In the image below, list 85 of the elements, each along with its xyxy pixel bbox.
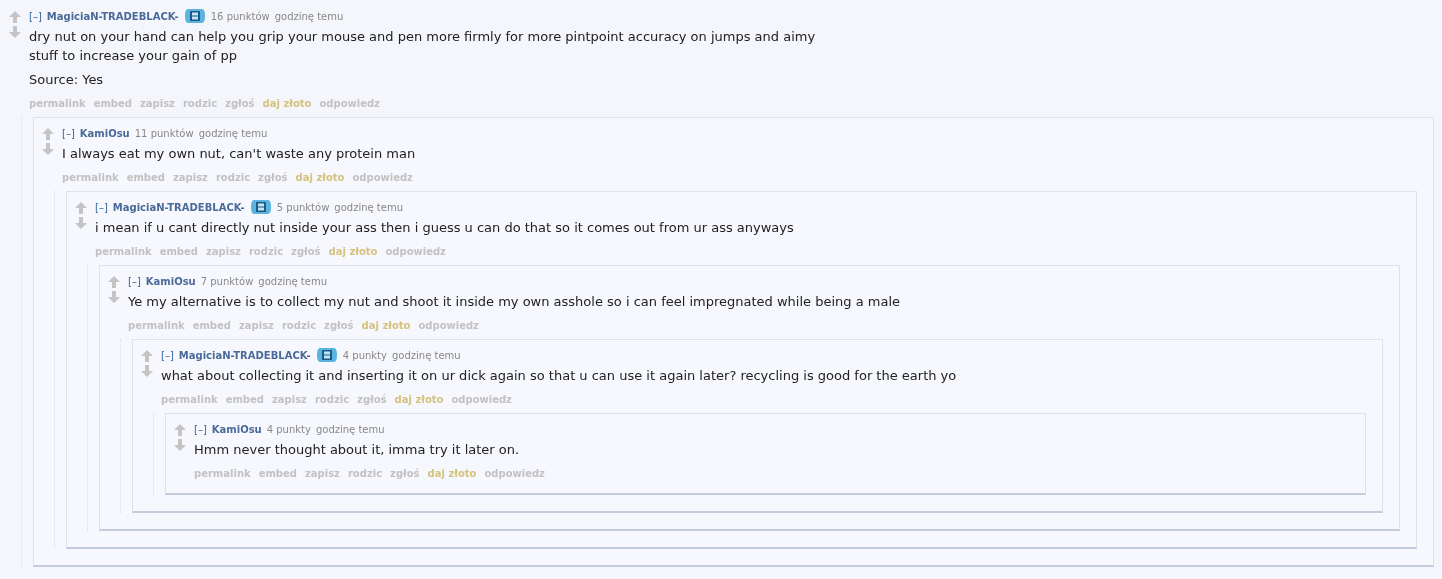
comment-text: Hmm never thought about it, imma try it later on. (194, 441, 521, 459)
action-link[interactable]: embed (258, 468, 297, 479)
collapse-toggle[interactable]: [–] (62, 127, 75, 139)
timestamp: godzinę temu (315, 423, 385, 435)
action-link[interactable]: zgłoś (291, 246, 321, 257)
upvote-icon[interactable] (74, 201, 88, 215)
action-link[interactable]: odpowiedz (352, 172, 413, 183)
collapse-toggle[interactable]: [–] (128, 275, 141, 287)
username-link[interactable]: KamiOsu (79, 127, 130, 139)
username-link[interactable]: MagiciaN-TRADEBLACK- (112, 201, 245, 213)
upvote-icon[interactable] (140, 349, 154, 363)
downvote-icon[interactable] (41, 142, 55, 156)
action-link[interactable]: zgłoś (258, 172, 288, 183)
action-link[interactable]: daj złoto (295, 172, 345, 183)
score-text: 4 punkty (266, 423, 311, 435)
comment-text: Ye my alternative is to collect my nut and shoot it inside my own asshole so i can feel impregnated while being a male (128, 293, 902, 311)
comment-text: I always eat my own nut, can't waste any protein man (62, 145, 417, 163)
action-link[interactable]: rodzic (281, 320, 317, 331)
action-link[interactable]: permalink (29, 98, 86, 109)
downvote-icon[interactable] (173, 438, 187, 452)
action-link[interactable]: odpowiedz (385, 246, 446, 257)
upvote-icon[interactable] (8, 10, 22, 24)
action-link[interactable]: zapisz (272, 394, 307, 405)
action-link[interactable]: zgłoś (324, 320, 354, 331)
action-link[interactable]: embed (192, 320, 231, 331)
downvote-icon[interactable] (107, 290, 121, 304)
action-link[interactable]: zapisz (206, 246, 241, 257)
action-link[interactable]: odpowiedz (484, 468, 545, 479)
collapse-toggle[interactable]: [–] (95, 201, 108, 213)
timestamp: godzinę temu (258, 275, 327, 287)
comment-text: what about collecting it and inserting it on ur dick again so that u can use it again later? recycling is good for the earth yo (161, 367, 958, 385)
action-link[interactable]: permalink (95, 246, 152, 257)
upvote-icon[interactable] (173, 423, 187, 437)
score-text: 11 punktów (134, 127, 194, 139)
timestamp: godzinę temu (274, 10, 344, 22)
collapse-toggle[interactable]: [–] (194, 423, 207, 435)
timestamp: godzinę temu (334, 201, 403, 213)
action-link[interactable]: rodzic (182, 98, 218, 109)
username-link[interactable]: KamiOsu (145, 275, 196, 287)
action-link[interactable]: odpowiedz (451, 394, 512, 405)
action-link[interactable]: rodzic (215, 172, 251, 183)
downvote-icon[interactable] (140, 364, 154, 378)
action-link[interactable]: daj złoto (262, 98, 312, 109)
action-link[interactable]: rodzic (248, 246, 284, 257)
score-text: 5 punktów (276, 201, 330, 213)
action-link[interactable]: zapisz (305, 468, 340, 479)
comment-text: Source: Yes (29, 71, 105, 89)
upvote-icon[interactable] (41, 127, 55, 141)
downvote-icon[interactable] (74, 216, 88, 230)
action-link[interactable]: daj złoto (427, 468, 477, 479)
username-link[interactable]: MagiciaN-TRADEBLACK- (178, 349, 311, 361)
score-text: 16 punktów (210, 10, 270, 22)
comment-text: dry nut on your hand can help you grip your mouse and pen more firmly for more pintpoint accuracy on jumps and aimy stuff to increase your gain of pp (29, 28, 817, 65)
timestamp: godzinę temu (391, 349, 461, 361)
action-link[interactable]: embed (225, 394, 264, 405)
action-link[interactable]: permalink (161, 394, 218, 405)
action-link[interactable]: odpowiedz (319, 98, 380, 109)
collapse-toggle[interactable]: [–] (29, 10, 42, 22)
collapse-toggle[interactable]: [–] (161, 349, 174, 361)
action-link[interactable]: daj złoto (394, 394, 444, 405)
action-link[interactable]: embed (159, 246, 198, 257)
action-link[interactable]: rodzic (314, 394, 350, 405)
action-link[interactable]: daj złoto (328, 246, 378, 257)
action-link[interactable]: permalink (194, 468, 251, 479)
action-link[interactable]: rodzic (347, 468, 383, 479)
action-link[interactable]: zapisz (140, 98, 175, 109)
action-link[interactable]: zapisz (173, 172, 208, 183)
comment-text: i mean if u cant directly nut inside your ass then i guess u can do that so it comes out from ur ass anyways (95, 219, 795, 237)
score-text: 7 punktów (200, 275, 254, 287)
action-link[interactable]: daj złoto (361, 320, 411, 331)
action-link[interactable]: zapisz (239, 320, 274, 331)
downvote-icon[interactable] (8, 25, 22, 39)
score-text: 4 punkty (342, 349, 387, 361)
action-link[interactable]: permalink (62, 172, 119, 183)
upvote-icon[interactable] (107, 275, 121, 289)
action-link[interactable]: zgłoś (225, 98, 255, 109)
action-link[interactable]: zgłoś (357, 394, 387, 405)
username-link[interactable]: MagiciaN-TRADEBLACK- (46, 10, 179, 22)
action-link[interactable]: permalink (128, 320, 185, 331)
action-link[interactable]: zgłoś (390, 468, 420, 479)
timestamp: godzinę temu (198, 127, 268, 139)
action-link[interactable]: odpowiedz (418, 320, 479, 331)
action-link[interactable]: embed (93, 98, 132, 109)
action-link[interactable]: embed (126, 172, 165, 183)
username-link[interactable]: KamiOsu (211, 423, 262, 435)
